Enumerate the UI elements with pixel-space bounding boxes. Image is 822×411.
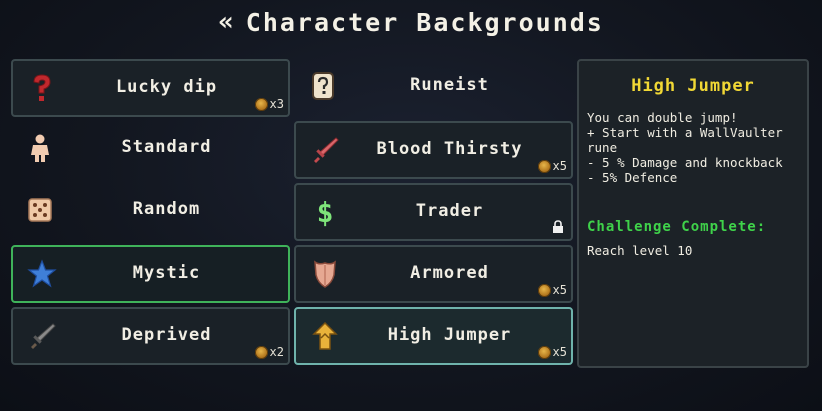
card-label: Blood Thirsty	[376, 139, 523, 159]
coin-icon	[537, 345, 551, 359]
bloody-sword-icon	[308, 133, 342, 167]
title-bar: « Character Backgrounds	[0, 6, 822, 38]
cost-badge: x5	[537, 159, 567, 173]
background-card-trader[interactable]: $ Trader	[294, 183, 573, 241]
card-label: Mystic	[132, 263, 201, 283]
sword-icon	[25, 319, 59, 353]
person-icon	[23, 131, 57, 165]
background-card-standard[interactable]: Standard	[11, 121, 290, 179]
background-card-random[interactable]: Random	[11, 183, 290, 241]
card-label: High Jumper	[387, 325, 512, 345]
rune-scroll-icon	[306, 69, 340, 103]
cost-badge: x2	[254, 345, 284, 359]
card-label: Armored	[410, 263, 489, 283]
card-label: Deprived	[121, 325, 212, 345]
dollar-icon: $	[316, 195, 334, 229]
cost-badge: x5	[537, 283, 567, 297]
background-card-runeist[interactable]: Runeist	[294, 59, 573, 117]
card-label: Random	[132, 199, 201, 219]
coin-icon	[537, 283, 551, 297]
coin-icon	[254, 97, 268, 111]
detail-title: High Jumper	[631, 76, 755, 96]
star-icon	[25, 257, 59, 291]
shield-icon	[308, 257, 342, 291]
coin-icon	[537, 159, 551, 173]
background-card-lucky-dip[interactable]: Lucky dip x3	[11, 59, 290, 117]
back-chevron-icon[interactable]: «	[218, 7, 233, 37]
cost-badge: x5	[537, 345, 567, 359]
background-card-high-jumper[interactable]: High Jumper x5	[294, 307, 573, 365]
page-title: Character Backgrounds	[245, 7, 604, 37]
question-mark-icon	[25, 71, 59, 105]
dice-icon	[23, 193, 57, 227]
challenge-label: Challenge Complete:	[587, 219, 767, 235]
jump-arrow-icon	[308, 319, 342, 353]
detail-description: You can double jump! + Start with a Wall…	[587, 110, 783, 185]
background-card-blood-thirsty[interactable]: Blood Thirsty x5	[294, 121, 573, 179]
card-label: Runeist	[410, 75, 489, 95]
detail-panel: High Jumper You can double jump! + Start…	[577, 59, 809, 368]
background-card-mystic[interactable]: Mystic	[11, 245, 290, 303]
lock-icon	[553, 220, 563, 233]
card-label: Trader	[415, 201, 484, 221]
background-card-armored[interactable]: Armored x5	[294, 245, 573, 303]
challenge-text: Reach level 10	[587, 243, 693, 258]
card-label: Lucky dip	[115, 77, 218, 97]
card-label: Standard	[121, 137, 212, 157]
cost-badge: x3	[254, 97, 284, 111]
background-card-deprived[interactable]: Deprived x2	[11, 307, 290, 365]
coin-icon	[254, 345, 268, 359]
